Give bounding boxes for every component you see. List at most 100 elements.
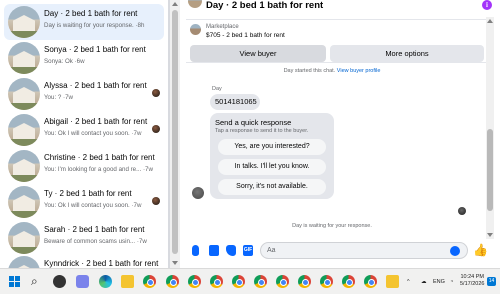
avatar — [8, 150, 40, 182]
waiting-notice: Day is waiting for your response. — [292, 223, 372, 229]
quick-response-card: Send a quick response Tap a response to … — [210, 113, 334, 199]
chrome-icon[interactable] — [298, 275, 311, 288]
scroll-thumb[interactable] — [172, 10, 178, 254]
scroll-down-icon[interactable] — [172, 261, 178, 265]
conversation-title: Sonya · 2 bed 1 bath for rent — [44, 45, 146, 54]
conversation-preview: You: Ok I will contact you soon. ·7w — [44, 202, 142, 209]
message-input[interactable]: Aa — [260, 242, 468, 259]
chrome-icon[interactable] — [143, 275, 156, 288]
conversation-item[interactable]: Sonya · 2 bed 1 bath for rent Sonya: Ok … — [4, 40, 164, 76]
chrome-icon[interactable] — [364, 275, 377, 288]
scroll-up-icon[interactable] — [172, 2, 178, 6]
avatar — [8, 78, 40, 110]
task-view-icon[interactable] — [53, 275, 66, 288]
quick-response-option[interactable]: Yes, are you interested? — [218, 139, 326, 155]
emoji-icon[interactable] — [450, 246, 460, 256]
messenger-window: Day · 2 bed 1 bath for rent Day is waiti… — [0, 0, 500, 268]
conversation-scrollbar[interactable] — [170, 0, 180, 268]
listing-title[interactable]: $705 - 2 bed 1 bath for rent — [206, 32, 285, 39]
conversation-item[interactable]: Abigail · 2 bed 1 bath for rent You: Ok … — [4, 112, 164, 148]
conversation-preview: You: ? ·7w — [44, 94, 74, 101]
quick-response-subtitle: Tap a response to send it to the buyer. — [215, 128, 309, 134]
more-options-button[interactable]: More options — [330, 45, 484, 62]
chrome-icon[interactable] — [254, 275, 267, 288]
chrome-icon[interactable] — [342, 275, 355, 288]
quick-response-option[interactable]: Sorry, it's not available. — [218, 179, 326, 195]
seen-avatar — [152, 125, 160, 133]
file-explorer-icon[interactable] — [121, 275, 134, 288]
notification-badge[interactable]: 14 — [487, 277, 496, 286]
chat-started-notice: Day started this chat. View buyer profil… — [182, 68, 482, 74]
quick-response-title: Send a quick response — [215, 118, 292, 127]
wifi-icon[interactable]: ◔ — [450, 279, 453, 285]
language-indicator[interactable]: ENG — [433, 279, 445, 285]
clock[interactable]: 10:24 PM 5/17/2026 — [460, 274, 484, 288]
conversation-preview: Sonya: Ok ·6w — [44, 58, 85, 65]
sticker-icon[interactable] — [226, 245, 236, 256]
conversation-title: Alyssa · 2 bed 1 bath for rent — [44, 81, 147, 90]
scroll-down-icon[interactable] — [487, 233, 493, 237]
edge-icon[interactable] — [99, 275, 112, 288]
date-text: 5/17/2026 — [460, 281, 485, 287]
avatar — [8, 42, 40, 74]
avatar — [8, 222, 40, 254]
time-text: 10:24 PM — [460, 274, 484, 280]
teams-icon[interactable] — [76, 275, 89, 288]
conversation-list: Day · 2 bed 1 bath for rent Day is waiti… — [0, 0, 168, 268]
tray-chevron-icon[interactable]: ^ — [407, 279, 410, 285]
avatar — [8, 114, 40, 146]
thread-scrollbar[interactable] — [486, 17, 494, 239]
avatar — [8, 186, 40, 218]
conversation-title: Sarah · 2 bed 1 bath for rent — [44, 225, 145, 234]
seen-avatar — [152, 197, 160, 205]
conversation-title: Abigail · 2 bed 1 bath for rent — [44, 117, 148, 126]
sender-name: Day — [212, 86, 222, 92]
conversation-title: Day · 2 bed 1 bath for rent — [44, 9, 138, 18]
scroll-up-icon[interactable] — [487, 19, 493, 23]
seen-avatar — [152, 89, 160, 97]
scroll-thumb[interactable] — [487, 129, 493, 211]
conversation-item[interactable]: Ty · 2 bed 1 bath for rent You: Ok I wil… — [4, 184, 164, 220]
info-icon[interactable]: i — [482, 0, 492, 10]
conversation-preview: Day is waiting for your response. ·8h — [44, 22, 145, 29]
message-thread: Day started this chat. View buyer profil… — [182, 64, 482, 240]
conversation-preview: You: I'm looking for a good and re... ·7… — [44, 166, 153, 173]
conversation-preview: You: Ok I will contact you soon. ·7w — [44, 130, 142, 137]
like-icon[interactable]: 👍 — [473, 244, 488, 256]
conversation-title: Kynndrick · 2 bed 1 bath for rent — [44, 259, 159, 268]
chrome-icon[interactable] — [276, 275, 289, 288]
gif-icon[interactable]: GIF — [243, 245, 253, 256]
chat-started-text: Day started this chat. — [283, 68, 336, 74]
quick-response-option[interactable]: In talks. I'll let you know. — [218, 159, 326, 175]
message-composer: GIF Aa 👍 — [182, 240, 500, 262]
chat-avatar — [188, 0, 202, 8]
view-buyer-button[interactable]: View buyer — [190, 45, 326, 62]
conversation-item[interactable]: Kynndrick · 2 bed 1 bath for rent — [4, 254, 164, 268]
image-icon[interactable] — [209, 245, 219, 256]
chat-header: Day · 2 bed 1 bath for rent i — [182, 0, 500, 14]
chrome-icon[interactable] — [188, 275, 201, 288]
onedrive-icon[interactable]: ☁ — [421, 279, 427, 285]
chrome-icon[interactable] — [232, 275, 245, 288]
buyer-avatar — [192, 187, 204, 199]
search-icon[interactable]: ⌕ — [31, 275, 38, 287]
avatar — [8, 6, 40, 38]
windows-taskbar: ⌕ ^ ☁ ENG ◔ 10:24 PM 5/17/2026 14 — [0, 268, 500, 294]
listing-thumbnail — [190, 24, 201, 35]
microphone-icon[interactable] — [192, 245, 199, 256]
folder-icon[interactable] — [386, 275, 399, 288]
chrome-icon[interactable] — [320, 275, 333, 288]
chat-title: Day · 2 bed 1 bath for rent — [206, 0, 324, 11]
conversation-item[interactable]: Sarah · 2 bed 1 bath for rent Beware of … — [4, 220, 164, 256]
conversation-item[interactable]: Alyssa · 2 bed 1 bath for rent You: ? ·7… — [4, 76, 164, 112]
chrome-icon[interactable] — [166, 275, 179, 288]
marketplace-label: Marketplace — [206, 24, 239, 30]
avatar — [8, 256, 40, 268]
conversation-item[interactable]: Day · 2 bed 1 bath for rent Day is waiti… — [4, 4, 164, 40]
windows-start-icon[interactable] — [9, 276, 21, 288]
conversation-preview: Beware of common scams usin... ·7w — [44, 238, 147, 245]
message-bubble: 5014181065 — [210, 94, 260, 110]
chrome-icon[interactable] — [210, 275, 223, 288]
view-buyer-profile-link[interactable]: View buyer profile — [337, 68, 381, 74]
conversation-item[interactable]: Christine · 2 bed 1 bath for rent You: I… — [4, 148, 164, 184]
